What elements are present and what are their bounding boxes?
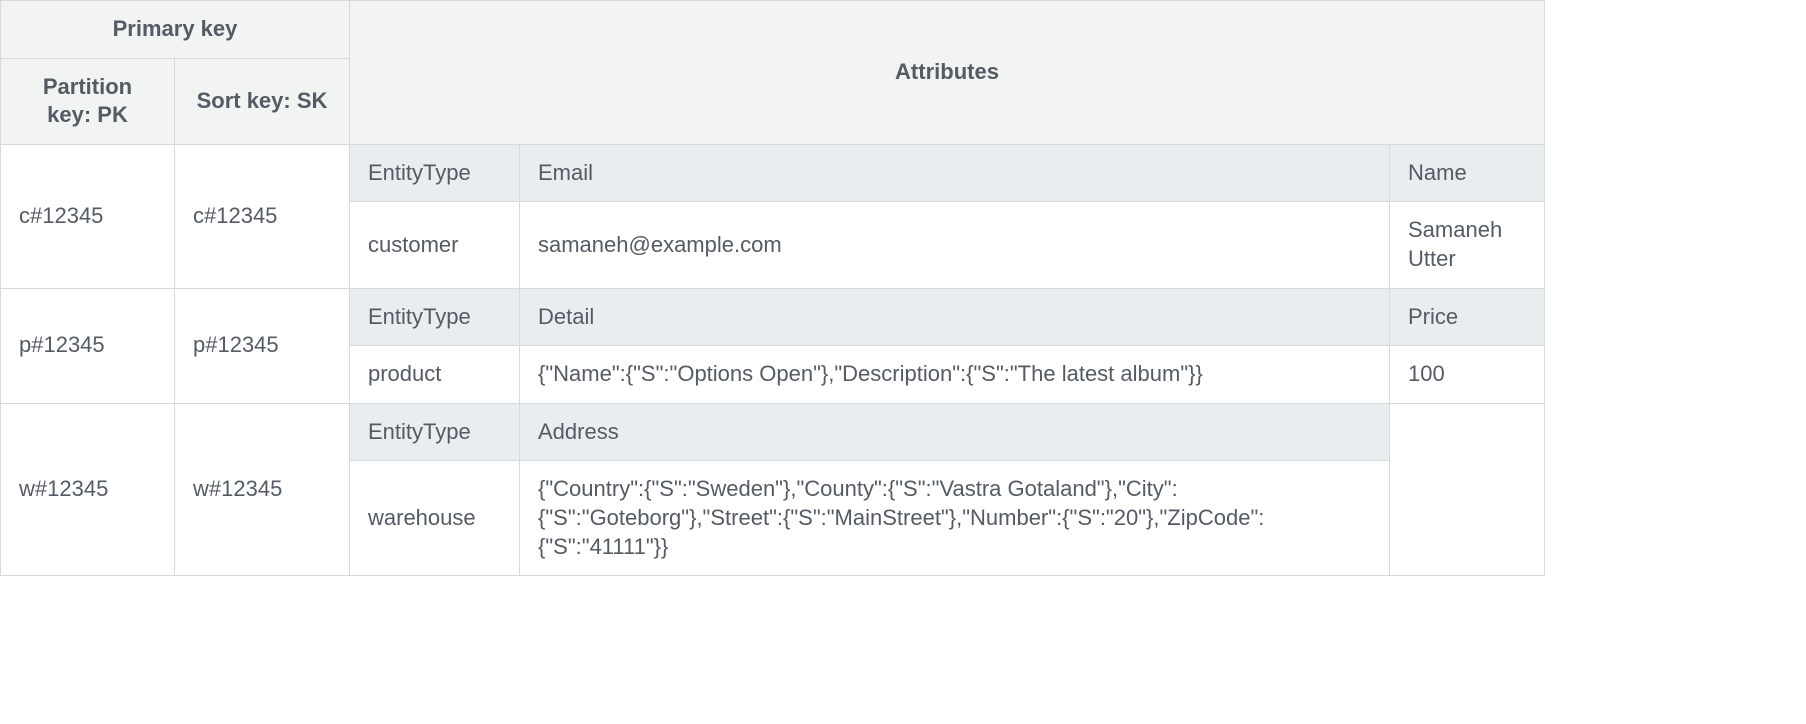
header-partition-key: Partition key: PK (0, 59, 175, 145)
attr-header-detail: Detail (520, 289, 1390, 347)
attr-header-name: Name (1390, 145, 1545, 203)
attr-header-entitytype: EntityType (350, 145, 520, 203)
attr-value-price: 100 (1390, 346, 1545, 404)
sk-value: p#12345 (175, 289, 350, 404)
dynamodb-table: Primary key Attributes Partition key: PK… (0, 0, 1545, 576)
sk-value: w#12345 (175, 404, 350, 576)
attr-value-detail: {"Name":{"S":"Options Open"},"Descriptio… (520, 346, 1390, 404)
attr-value-entitytype: product (350, 346, 520, 404)
attr-value-address: {"Country":{"S":"Sweden"},"County":{"S":… (520, 461, 1390, 576)
attr-header-price: Price (1390, 289, 1545, 347)
header-primary-key: Primary key (0, 0, 350, 59)
sk-value: c#12345 (175, 145, 350, 289)
attr-value-entitytype: warehouse (350, 461, 520, 576)
attr-value-entitytype: customer (350, 202, 520, 288)
pk-value: p#12345 (0, 289, 175, 404)
header-attributes: Attributes (350, 0, 1545, 145)
attr-header-address: Address (520, 404, 1390, 462)
empty-cell (1390, 404, 1545, 576)
attr-header-email: Email (520, 145, 1390, 203)
attr-header-entitytype: EntityType (350, 404, 520, 462)
attr-value-email: samaneh@example.com (520, 202, 1390, 288)
pk-value: c#12345 (0, 145, 175, 289)
header-sort-key: Sort key: SK (175, 59, 350, 145)
attr-header-entitytype: EntityType (350, 289, 520, 347)
pk-value: w#12345 (0, 404, 175, 576)
attr-value-name: Samaneh Utter (1390, 202, 1545, 288)
